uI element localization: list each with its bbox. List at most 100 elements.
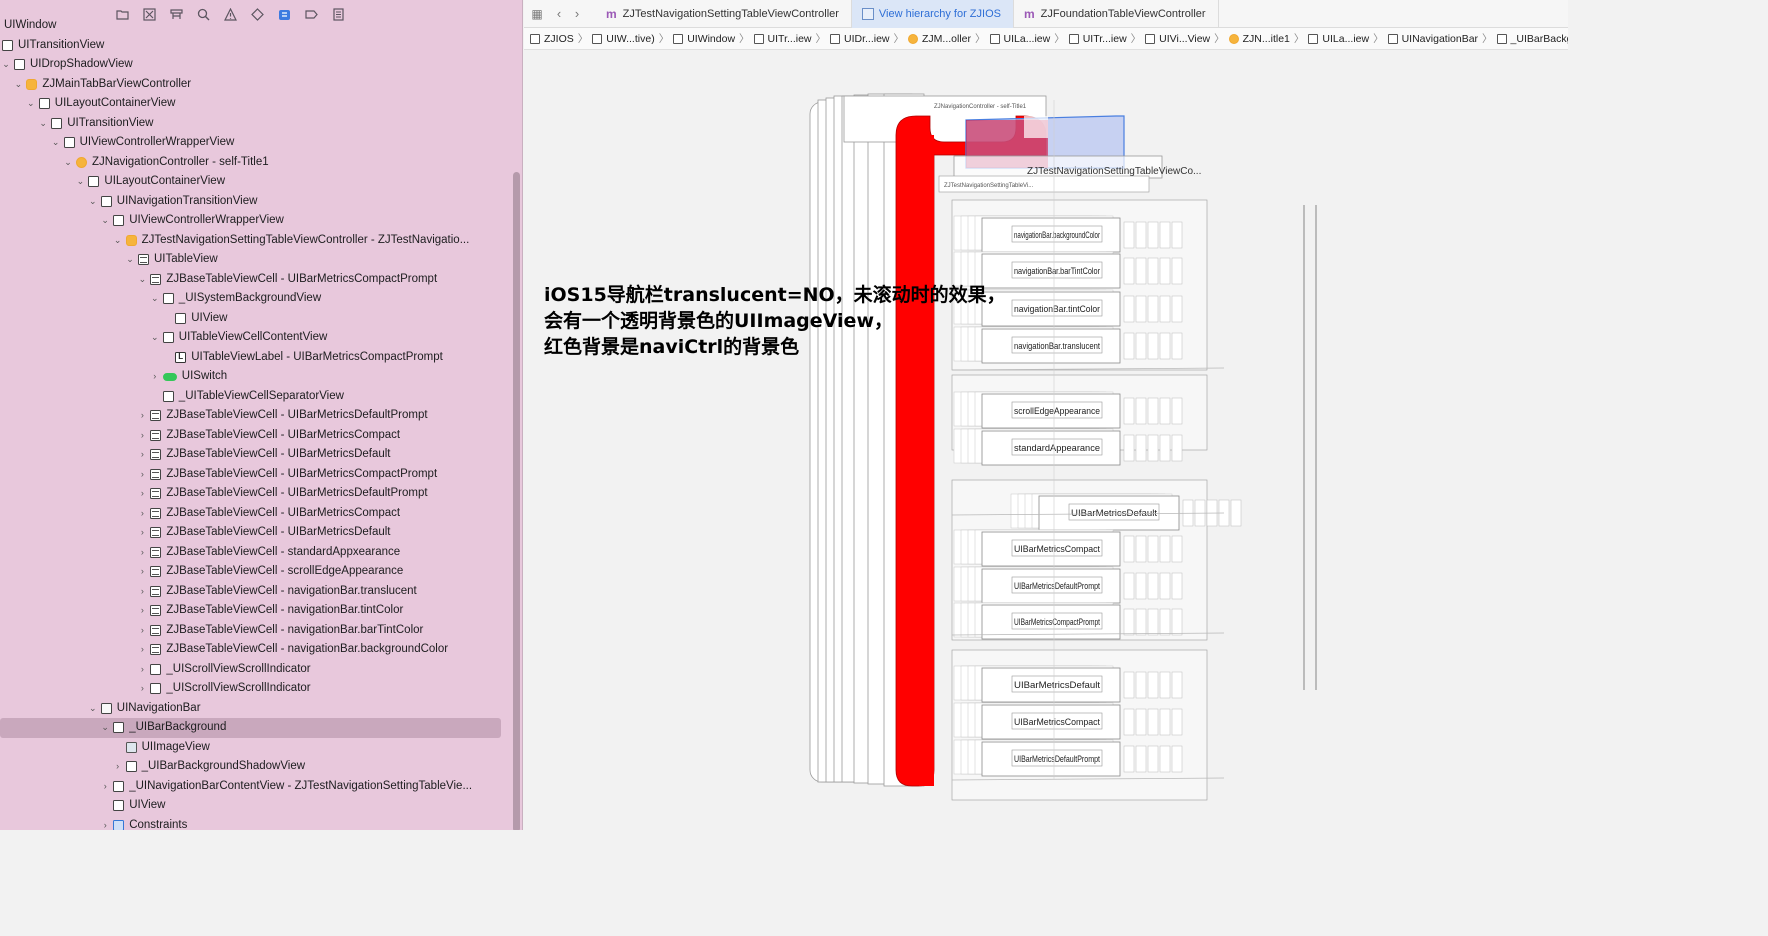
tree-row[interactable]: ⌄ UINavigationBar [0, 699, 522, 719]
tree-row[interactable]: ⌄ UITableViewCellContentView [0, 328, 522, 348]
editor-tab[interactable]: View hierarchy for ZJIOS [851, 0, 1014, 28]
breadcrumb-item[interactable]: ZJM...oller 〉 [908, 31, 986, 46]
tree-row[interactable]: ⌄ UITransitionView [0, 114, 522, 134]
navigator-scrollbar[interactable] [513, 172, 520, 830]
tree-row[interactable]: ⌄ ZJMainTabBarViewController [0, 75, 522, 95]
chevron-down-icon[interactable]: ⌄ [112, 231, 124, 251]
chevron-right-icon[interactable]: › [136, 679, 148, 699]
chevron-down-icon[interactable]: ⌄ [25, 94, 37, 114]
tree-row[interactable]: UIWindow [0, 16, 522, 36]
chevron-right-icon[interactable]: › [136, 621, 148, 641]
tree-row[interactable]: ⌄ UIViewControllerWrapperView [0, 211, 522, 231]
chevron-right-icon[interactable]: › [112, 757, 124, 777]
tree-row[interactable]: › ZJBaseTableViewCell - navigationBar.bac… [0, 640, 522, 660]
chevron-right-icon[interactable]: › [136, 406, 148, 426]
tree-row[interactable]: › Constraints [0, 816, 522, 831]
tree-row[interactable]: ⌄ _UIBarBackground [0, 718, 501, 738]
chevron-right-icon[interactable]: › [136, 660, 148, 680]
chevron-down-icon[interactable]: ⌄ [136, 270, 148, 290]
tree-row[interactable]: UIView [0, 309, 522, 329]
tree-row[interactable]: › ZJBaseTableViewCell - UIBarMetricsDefau… [0, 406, 522, 426]
editor-tab[interactable]: m ZJTestNavigationSettingTableViewControl… [596, 0, 852, 28]
chevron-right-icon[interactable]: › [136, 640, 148, 660]
breadcrumb-item[interactable]: UILa...iew 〉 [989, 31, 1065, 46]
chevron-down-icon[interactable]: ⌄ [12, 75, 24, 95]
grid-icon[interactable]: ▦ [524, 7, 550, 21]
3d-hierarchy-render[interactable]: ZJTestNavigationSettingTableViewCo... ZJN… [524, 50, 1568, 830]
tree-row[interactable]: › ZJBaseTableViewCell - navigationBar.bar… [0, 621, 522, 641]
chevron-down-icon[interactable]: ⌄ [87, 192, 99, 212]
tree-row[interactable]: ⌄ ZJBaseTableViewCell - UIBarMetricsCompa… [0, 270, 522, 290]
chevron-right-icon[interactable]: › [99, 816, 111, 831]
chevron-right-icon[interactable]: › [136, 504, 148, 524]
tree-row[interactable]: › ZJBaseTableViewCell - standardAppxearan… [0, 543, 522, 563]
chevron-right-icon[interactable]: › [136, 543, 148, 563]
chevron-right-icon[interactable]: › [136, 562, 148, 582]
tree-row[interactable]: ⌄ ZJTestNavigationSettingTableViewControl… [0, 231, 522, 251]
breadcrumb-item[interactable]: UINavigationBar 〉 [1387, 31, 1493, 46]
chevron-right-icon[interactable]: › [136, 484, 148, 504]
tree-row-label: ZJBaseTableViewCell - UIBarMetricsCompac… [166, 467, 438, 480]
back-icon[interactable]: ‹ [550, 6, 568, 21]
breadcrumb-item[interactable]: UITr...iew 〉 [1068, 31, 1141, 46]
tree-row[interactable]: UITransitionView [0, 36, 522, 56]
tree-row[interactable]: › _UIBarBackgroundShadowView [0, 757, 522, 777]
chevron-down-icon[interactable]: ⌄ [124, 250, 136, 270]
tree-row[interactable]: › ZJBaseTableViewCell - navigationBar.tin… [0, 601, 522, 621]
breadcrumb-item[interactable]: UIDr...iew 〉 [830, 31, 904, 46]
tree-row[interactable]: › ZJBaseTableViewCell - UIBarMetricsDefau… [0, 523, 522, 543]
tree-row[interactable]: _UITableViewCellSeparatorView [0, 387, 522, 407]
tree-row[interactable]: ⌄ UITableView [0, 250, 522, 270]
tree-row[interactable]: › ZJBaseTableViewCell - UIBarMetricsCompa… [0, 426, 522, 446]
chevron-down-icon[interactable]: ⌄ [50, 133, 62, 153]
chevron-right-icon[interactable]: › [99, 777, 111, 797]
chevron-down-icon[interactable]: ⌄ [149, 328, 161, 348]
tree-row[interactable]: › UISwitch [0, 367, 522, 387]
chevron-down-icon[interactable]: ⌄ [62, 153, 74, 173]
chevron-down-icon[interactable]: ⌄ [99, 718, 111, 738]
breadcrumb-item[interactable]: ZJN...itle1 〉 [1228, 31, 1304, 46]
tree-row[interactable]: UIView [0, 796, 522, 816]
chevron-down-icon[interactable]: ⌄ [74, 172, 86, 192]
tree-row[interactable]: › ZJBaseTableViewCell - UIBarMetricsDefau… [0, 484, 522, 504]
chevron-right-icon[interactable]: › [136, 523, 148, 543]
breadcrumb-item[interactable]: UIW...tive) 〉 [592, 31, 669, 46]
tree-row[interactable]: › ZJBaseTableViewCell - scrollEdgeAppeara… [0, 562, 522, 582]
chevron-down-icon[interactable]: ⌄ [37, 114, 49, 134]
breadcrumb-item[interactable]: UILa...iew 〉 [1308, 31, 1384, 46]
tree-row[interactable]: UIImageView [0, 738, 522, 758]
chevron-right-icon[interactable]: › [136, 601, 148, 621]
breadcrumb-item[interactable]: ZJIOS 〉 [530, 31, 588, 46]
tree-row[interactable]: › ZJBaseTableViewCell - UIBarMetricsDefau… [0, 445, 522, 465]
chevron-down-icon[interactable]: ⌄ [149, 289, 161, 309]
breadcrumb-item[interactable]: _UIBarBackground [1496, 33, 1568, 45]
tree-row[interactable]: › ZJBaseTableViewCell - UIBarMetricsCompa… [0, 465, 522, 485]
chevron-down-icon[interactable]: ⌄ [99, 211, 111, 231]
tree-row[interactable]: ⌄ UILayoutContainerView [0, 172, 522, 192]
chevron-down-icon[interactable]: ⌄ [0, 55, 12, 75]
tree-row[interactable]: › ZJBaseTableViewCell - navigationBar.tra… [0, 582, 522, 602]
view-hierarchy-canvas[interactable]: ZJTestNavigationSettingTableViewCo... ZJN… [524, 50, 1568, 830]
tree-row[interactable]: ⌄ UIViewControllerWrapperView [0, 133, 522, 153]
tree-row[interactable]: › _UIScrollViewScrollIndicator [0, 679, 522, 699]
tree-row[interactable]: › _UIScrollViewScrollIndicator [0, 660, 522, 680]
tree-row[interactable]: › _UINavigationBarContentView - ZJTestNav… [0, 777, 522, 797]
tree-row[interactable]: ⌄ UILayoutContainerView [0, 94, 522, 114]
breadcrumb-item[interactable]: UITr...iew 〉 [753, 31, 826, 46]
chevron-right-icon[interactable]: › [136, 582, 148, 602]
tree-row[interactable]: L UITableViewLabel - UIBarMetricsCompactP… [0, 348, 522, 368]
breadcrumb-item[interactable]: UIWindow 〉 [673, 31, 750, 46]
tree-row[interactable]: › ZJBaseTableViewCell - UIBarMetricsCompa… [0, 504, 522, 524]
tree-row[interactable]: ⌄ _UISystemBackgroundView [0, 289, 522, 309]
tree-row[interactable]: ⌄ UIDropShadowView [0, 55, 522, 75]
chevron-right-icon[interactable]: › [136, 445, 148, 465]
editor-tab[interactable]: m ZJFoundationTableViewController [1014, 0, 1219, 28]
forward-icon[interactable]: › [568, 6, 586, 21]
tree-row[interactable]: ⌄ ZJNavigationController - self-Title1 [0, 153, 522, 173]
chevron-right-icon[interactable]: › [136, 465, 148, 485]
breadcrumb-item[interactable]: UIVi...View 〉 [1145, 31, 1225, 46]
tree-row[interactable]: ⌄ UINavigationTransitionView [0, 192, 522, 212]
chevron-right-icon[interactable]: › [149, 367, 161, 387]
chevron-down-icon[interactable]: ⌄ [87, 699, 99, 719]
chevron-right-icon[interactable]: › [136, 426, 148, 446]
